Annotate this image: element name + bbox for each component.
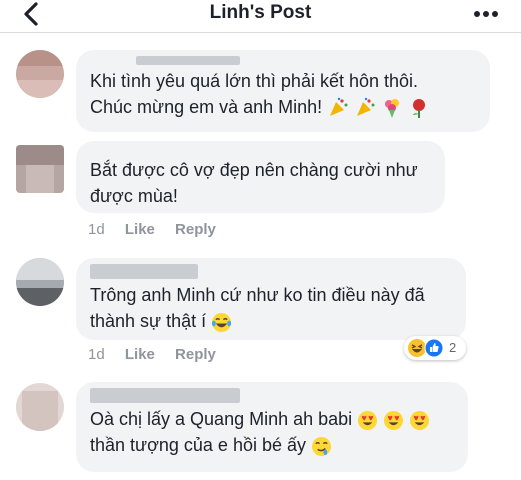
like-link[interactable]: Like — [125, 346, 155, 363]
comment-text-line: Oà chị lấy a Quang Minh ah babi — [90, 406, 454, 432]
reaction-summary[interactable]: 2 — [404, 336, 466, 360]
like-reaction-icon — [424, 338, 444, 358]
top-bar: Linh's Post — [0, 0, 521, 33]
comment-bubble: Bắt được cô vợ đẹp nên chàng cười như đư… — [76, 141, 445, 213]
comment-text-line: Khi tình yêu quá lớn thì phải kết hôn th… — [90, 71, 419, 91]
avatar-blurred-image — [16, 258, 64, 306]
comment-actions: 1d Like Reply — [88, 221, 232, 238]
avatar-blurred-image — [16, 145, 64, 193]
comment-text-line: Trông anh Minh cứ như ko tin điều này đã — [90, 285, 425, 305]
comment-bubble: Oà chị lấy a Quang Minh ah babi thần tượ… — [76, 382, 468, 472]
comment-bubble: Trông anh Minh cứ như ko tin điều này đã… — [76, 258, 466, 340]
commenter-name-blurred[interactable] — [90, 264, 198, 279]
comment-text-line-2: thần tượng của e hồi bé ấy — [90, 432, 454, 458]
comment-bubble: Khi tình yêu quá lớn thì phải kết hôn th… — [76, 50, 490, 132]
reply-link[interactable]: Reply — [175, 346, 216, 363]
page-title: Linh's Post — [209, 2, 312, 23]
more-options-button[interactable] — [471, 4, 505, 24]
comment-text: thần tượng của e hồi bé ấy — [90, 435, 306, 455]
avatar[interactable] — [16, 50, 64, 98]
rose-icon — [413, 99, 426, 119]
avatar-blurred-image — [16, 383, 64, 431]
commenter-name-blurred[interactable] — [136, 56, 240, 65]
heart-eyes-icon — [358, 410, 378, 430]
comment-text-line: Bắt được cô vợ đẹp nên chàng cười như — [90, 160, 418, 180]
comment-text-line-2: thành sự thật í — [90, 308, 452, 334]
comment-text: Oà chị lấy a Quang Minh ah babi — [90, 409, 353, 429]
avatar[interactable] — [16, 145, 64, 193]
avatar[interactable] — [16, 383, 64, 431]
avatar[interactable] — [16, 258, 64, 306]
dot-icon — [492, 11, 498, 17]
like-link[interactable]: Like — [125, 221, 155, 238]
reply-link[interactable]: Reply — [175, 221, 216, 238]
heart-eyes-icon — [410, 410, 430, 430]
dot-icon — [483, 11, 489, 17]
heart-eyes-icon — [384, 410, 404, 430]
tears-of-joy-icon — [212, 312, 232, 332]
reaction-count: 2 — [449, 340, 457, 355]
comment-text: Chúc mừng em và anh Minh! — [90, 97, 323, 117]
party-popper-icon — [357, 98, 375, 117]
avatar-blurred-image — [16, 50, 64, 98]
bouquet-icon — [385, 99, 400, 119]
party-popper-icon — [330, 98, 348, 117]
comment-timestamp: 1d — [88, 346, 105, 363]
commenter-name-blurred[interactable] — [90, 388, 240, 403]
comment-text-line: được mùa! — [90, 186, 178, 206]
dot-icon — [474, 11, 480, 17]
comment-text: thành sự thật í — [90, 311, 207, 331]
comment-text-line-2: Chúc mừng em và anh Minh! — [90, 94, 476, 120]
comment-timestamp: 1d — [88, 221, 105, 238]
drooling-face-icon — [311, 436, 332, 456]
comment-actions: 1d Like Reply — [88, 346, 232, 363]
